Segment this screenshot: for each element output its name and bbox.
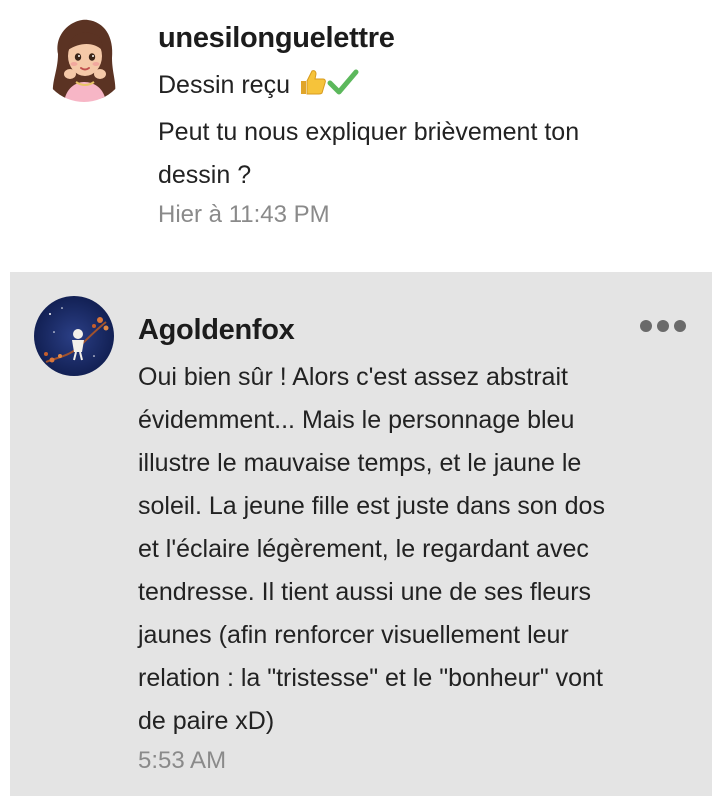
comment-line: tendresse. Il tient aussi une de ses fle… — [138, 578, 592, 606]
check-mark-icon — [327, 67, 359, 111]
comment-body: unesilonguelettre Dessin reçu Peut tu no… — [158, 18, 698, 232]
comment-line: Dessin reçu — [158, 71, 290, 99]
comment-line: de paire xD) — [138, 707, 275, 735]
avatar-night-scene-icon — [34, 296, 114, 376]
comment-body: Agoldenfox Oui bien sûr ! Alors c'est as… — [138, 310, 686, 778]
comment-item: unesilonguelettre Dessin reçu Peut tu no… — [0, 0, 720, 272]
comment-line: et l'éclaire légèrement, le regardant av… — [138, 535, 589, 563]
comment-text: Oui bien sûr ! Alors c'est assez abstrai… — [138, 356, 686, 743]
comment-line: illustre le mauvaise temps, et le jaune … — [138, 449, 582, 477]
comment-line: relation : la "tristesse" et le "bonheur… — [138, 664, 603, 692]
comment-line: évidemment... Mais le personnage bleu — [138, 406, 575, 434]
comment-item-highlighted: Agoldenfox Oui bien sûr ! Alors c'est as… — [10, 272, 712, 796]
timestamp: 5:53 AM — [138, 747, 227, 774]
avatar[interactable] — [34, 296, 114, 376]
username[interactable]: unesilonguelettre — [158, 18, 698, 58]
comment-line: Oui bien sûr ! Alors c'est assez abstrai… — [138, 363, 568, 391]
avatar[interactable] — [40, 14, 128, 102]
thumbs-up-icon — [297, 67, 327, 111]
comment-line: dessin ? — [158, 161, 252, 189]
timestamp: Hier à 11:43 PM — [158, 201, 330, 228]
comment-line: soleil. La jeune fille est juste dans so… — [138, 492, 605, 520]
username[interactable]: Agoldenfox — [138, 310, 686, 350]
comment-text: Dessin reçu Peut tu nous expliquer brièv… — [158, 64, 698, 197]
comment-line: jaunes (afin renforcer visuellement leur — [138, 621, 569, 649]
avatar-girl-icon — [40, 14, 128, 102]
comment-line: Peut tu nous expliquer brièvement ton — [158, 118, 580, 146]
